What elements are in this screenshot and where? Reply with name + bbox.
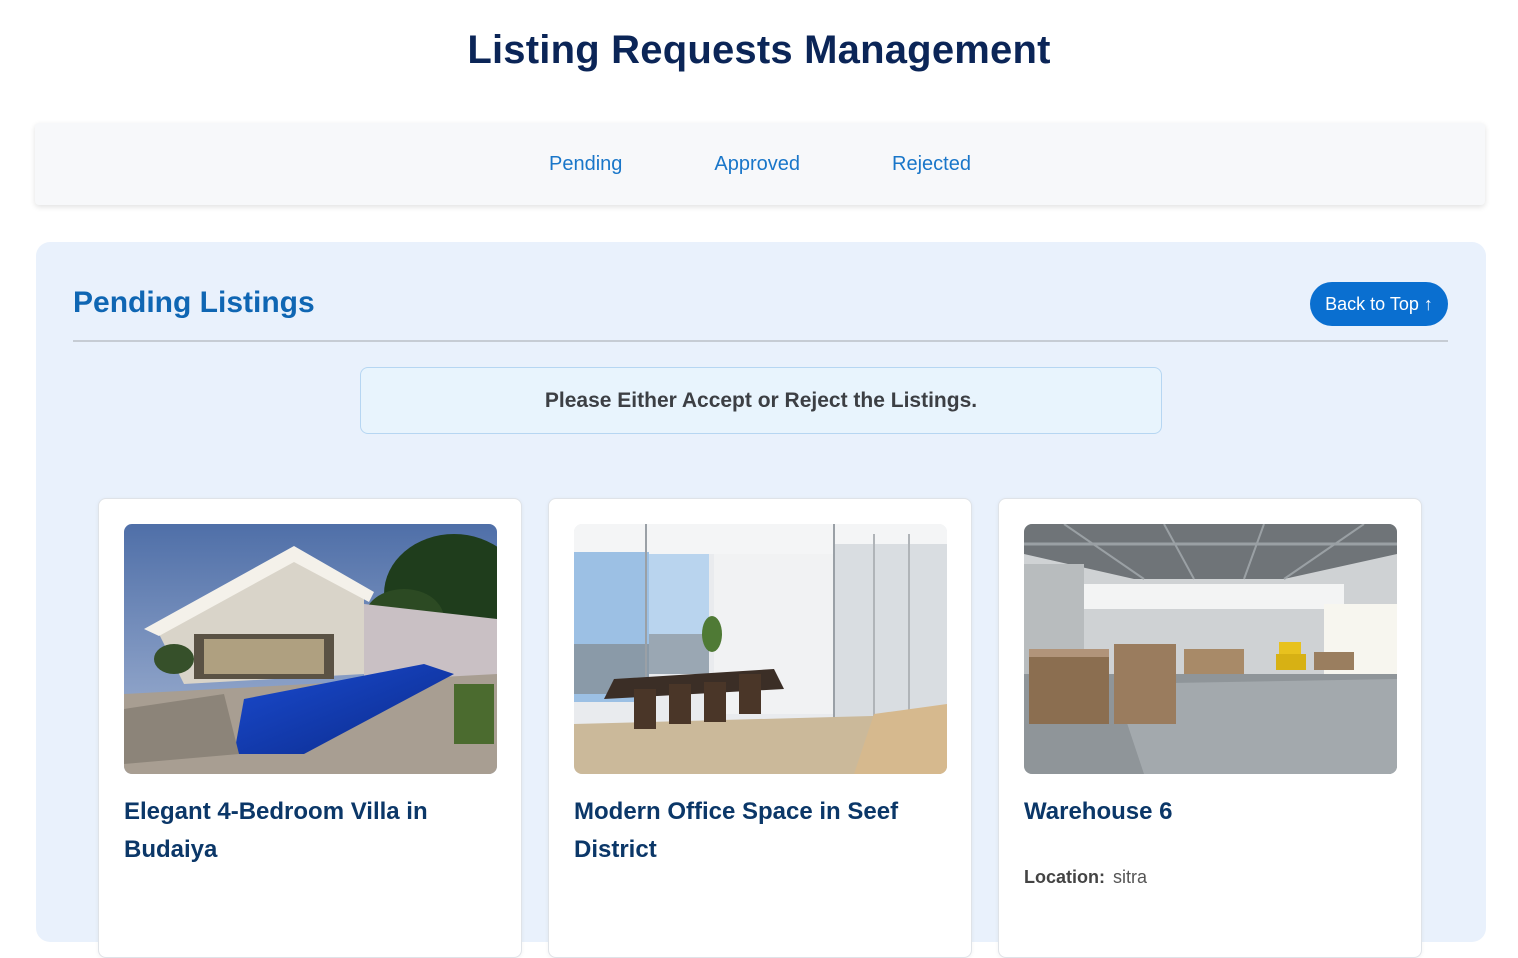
warehouse-interior-photo bbox=[1024, 524, 1397, 774]
listing-title: Elegant 4-Bedroom Villa in Budaiya bbox=[124, 798, 428, 863]
status-tabs: Pending Approved Rejected bbox=[35, 123, 1485, 205]
listing-location: Location: sitra bbox=[1024, 867, 1147, 888]
tab-rejected[interactable]: Rejected bbox=[846, 153, 1017, 176]
instruction-notice: Please Either Accept or Reject the Listi… bbox=[360, 367, 1162, 434]
listing-card[interactable]: Elegant 4-Bedroom Villa in Budaiya bbox=[98, 498, 522, 958]
villa-pool-photo bbox=[124, 524, 497, 774]
section-title: Pending Listings bbox=[73, 286, 315, 319]
tab-pending[interactable]: Pending bbox=[503, 153, 668, 176]
page-title: Listing Requests Management bbox=[467, 28, 1051, 72]
back-to-top-button[interactable]: Back to Top ↑ bbox=[1310, 282, 1448, 326]
listing-card[interactable]: Warehouse 6 Location: sitra bbox=[998, 498, 1422, 958]
location-label: Location: bbox=[1024, 867, 1105, 887]
divider bbox=[73, 340, 1448, 342]
location-value: sitra bbox=[1113, 867, 1148, 887]
listing-title: Modern Office Space in Seef District bbox=[574, 798, 899, 863]
pending-listings-section: Pending Listings Back to Top ↑ Please Ei… bbox=[36, 242, 1486, 958]
tab-approved[interactable]: Approved bbox=[668, 153, 846, 176]
listing-title: Warehouse 6 bbox=[1024, 798, 1173, 825]
listing-card[interactable]: Modern Office Space in Seef District bbox=[548, 498, 972, 958]
office-meeting-room-photo bbox=[574, 524, 947, 774]
